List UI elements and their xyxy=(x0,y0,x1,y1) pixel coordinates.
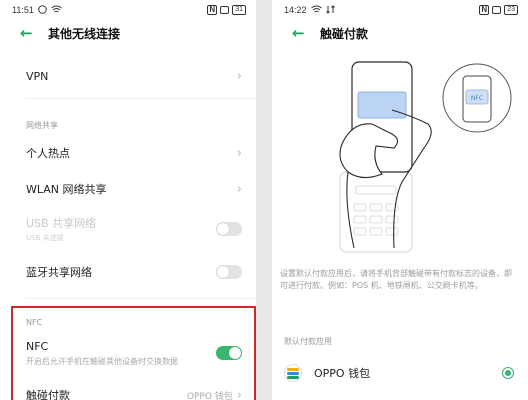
nfc-status-icon: N xyxy=(207,5,218,15)
usb-share-label: USB 共享网络 xyxy=(26,217,97,230)
list-item-nfc[interactable]: NFC 开启后允许手机在触碰其他设备时交换数据 xyxy=(0,336,256,370)
tap-pay-label: 触碰付款 xyxy=(26,389,70,400)
chevron-right-icon: › xyxy=(236,387,242,400)
list-item-bt-share[interactable]: 蓝牙共享网络 xyxy=(0,258,256,286)
usb-share-sub: USB 未连接 xyxy=(26,234,64,242)
payment-app-row[interactable]: OPPO 钱包 xyxy=(272,358,528,388)
oppo-wallet-logo-icon xyxy=(284,364,302,382)
bt-share-label: 蓝牙共享网络 xyxy=(26,266,92,279)
back-arrow-icon[interactable]: ← xyxy=(20,24,42,42)
nfc-status-icon: N xyxy=(479,5,490,15)
tap-pay-description: 设置默认付款应用后，请将手机背部触碰带有付款标志的设备，即可进行付款。例如：PO… xyxy=(280,269,512,290)
vibrate-icon xyxy=(492,6,502,14)
title-bar: ← 其他无线连接 xyxy=(0,20,256,46)
chevron-right-icon: › xyxy=(236,181,242,197)
status-bar: 14:22 N 23 xyxy=(272,0,528,20)
svg-text:NFC: NFC xyxy=(471,95,483,102)
status-time: 11:51 xyxy=(12,5,34,15)
list-item-hotspot[interactable]: 个人热点 › xyxy=(0,139,256,167)
list-item-tap-pay[interactable]: 触碰付款 OPPO 钱包 › xyxy=(0,384,256,400)
tap-pay-screen-right: 14:22 N 23 ← 触碰付款 NFC 设置默认付款应用后，请将手机背部触碰… xyxy=(272,0,528,400)
status-time: 14:22 xyxy=(284,5,307,15)
title-bar: ← 触碰付款 xyxy=(272,20,528,46)
section-header-default-app: 默认付款应用 xyxy=(284,337,332,346)
data-transfer-icon xyxy=(325,4,335,16)
wifi-icon xyxy=(51,5,62,16)
wifi-icon xyxy=(310,5,322,16)
nfc-toggle[interactable] xyxy=(216,346,242,360)
chevron-right-icon: › xyxy=(236,68,242,84)
hotspot-label: 个人热点 xyxy=(26,147,70,160)
payment-app-label: OPPO 钱包 xyxy=(314,367,371,380)
bt-share-toggle[interactable] xyxy=(216,265,242,279)
vibrate-icon xyxy=(220,6,230,14)
page-title: 触碰付款 xyxy=(320,26,369,41)
payment-app-radio[interactable] xyxy=(502,367,514,379)
section-header-nfc: NFC xyxy=(26,318,43,327)
status-bar: 11:51 N 31 xyxy=(0,0,256,20)
list-item-wlan-share[interactable]: WLAN 网络共享 › xyxy=(0,175,256,203)
divider xyxy=(26,298,256,299)
battery-icon: 23 xyxy=(504,5,518,15)
divider xyxy=(26,98,256,99)
vpn-label: VPN xyxy=(26,69,49,83)
settings-screen-left: 11:51 N 31 ← 其他无线连接 VPN › 网络共享 个人热点 › WL… xyxy=(0,0,256,400)
list-item-vpn[interactable]: VPN › xyxy=(0,62,256,90)
chevron-right-icon: › xyxy=(236,145,242,161)
list-item-usb-share: USB 共享网络 USB 未连接 xyxy=(0,214,256,244)
page-title: 其他无线连接 xyxy=(48,26,121,41)
nfc-description: 开启后允许手机在触碰其他设备时交换数据 xyxy=(26,356,178,366)
tap-pay-value: OPPO 钱包 xyxy=(186,391,233,400)
nfc-label: NFC xyxy=(26,339,49,353)
section-header-network-share: 网络共享 xyxy=(26,121,58,130)
tap-pay-illustration: NFC xyxy=(332,52,512,257)
usb-share-toggle xyxy=(216,222,242,236)
battery-icon: 31 xyxy=(232,5,246,15)
wlan-share-label: WLAN 网络共享 xyxy=(26,183,107,196)
notification-icon xyxy=(38,4,47,16)
back-arrow-icon[interactable]: ← xyxy=(292,24,314,42)
